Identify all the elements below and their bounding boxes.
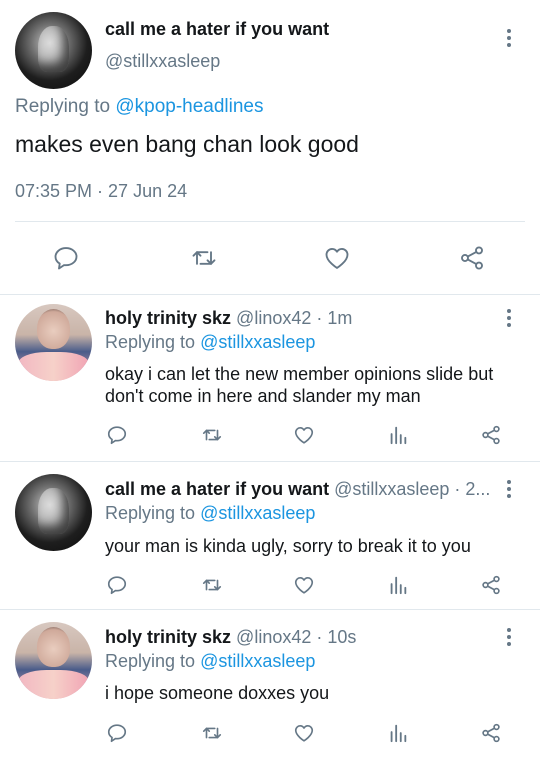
replying-prefix: Replying to (105, 503, 196, 523)
reply-tweet: call me a hater if you want @stillxxasle… (0, 462, 540, 609)
replying-to-line: Replying to @stillxxasleep (105, 332, 315, 353)
retweet-icon[interactable] (198, 572, 226, 598)
like-icon[interactable] (291, 720, 317, 746)
like-icon[interactable] (291, 572, 317, 598)
like-icon[interactable] (291, 422, 317, 448)
tweet-text: okay i can let the new member opinions s… (105, 364, 494, 406)
reply-tweet: holy trinity skz @linox42 · 10s Replying… (0, 610, 540, 759)
display-name[interactable]: call me a hater if you want (105, 479, 329, 499)
replying-prefix: Replying to (15, 96, 111, 117)
more-options-icon[interactable] (506, 29, 512, 47)
retweet-icon[interactable] (187, 242, 221, 274)
retweet-icon[interactable] (198, 720, 226, 746)
display-name[interactable]: holy trinity skz (105, 627, 231, 647)
handle-and-time[interactable]: @linox42 · 10s (236, 627, 356, 647)
reply-header: holy trinity skz @linox42 · 10s (105, 627, 356, 648)
tweet-text: i hope someone doxxes you (105, 683, 330, 703)
divider (15, 221, 525, 222)
timestamp[interactable]: 07:35 PM · 27 Jun 24 (15, 181, 187, 202)
avatar[interactable] (15, 12, 92, 89)
replying-prefix: Replying to (105, 332, 196, 352)
avatar[interactable] (15, 622, 92, 699)
reply-icon[interactable] (104, 720, 130, 746)
replying-to-link[interactable]: @kpop-headlines (115, 96, 263, 117)
replying-to-link[interactable]: @stillxxasleep (200, 651, 315, 671)
more-options-icon[interactable] (506, 628, 512, 646)
tweet-text: your man is kinda ugly, sorry to break i… (105, 536, 471, 556)
analytics-icon[interactable] (385, 422, 411, 448)
share-icon[interactable] (478, 720, 504, 746)
analytics-icon[interactable] (385, 720, 411, 746)
avatar[interactable] (15, 474, 92, 551)
display-name[interactable]: call me a hater if you want (105, 19, 329, 40)
more-options-icon[interactable] (506, 480, 512, 498)
replying-prefix: Replying to (105, 651, 196, 671)
replying-to-link[interactable]: @stillxxasleep (200, 332, 315, 352)
tweet-text: makes even bang chan look good (15, 131, 359, 157)
reply-icon[interactable] (104, 422, 130, 448)
user-handle[interactable]: @stillxxasleep (105, 51, 220, 72)
replying-to-line: Replying to @stillxxasleep (105, 503, 315, 524)
main-tweet: call me a hater if you want @stillxxasle… (0, 0, 540, 294)
share-icon[interactable] (478, 422, 504, 448)
retweet-icon[interactable] (198, 422, 226, 448)
reply-tweet: holy trinity skz @linox42 · 1m Replying … (0, 295, 540, 460)
reply-icon[interactable] (50, 242, 82, 274)
reply-icon[interactable] (104, 572, 130, 598)
avatar[interactable] (15, 304, 92, 381)
share-icon[interactable] (478, 572, 504, 598)
reply-header: call me a hater if you want @stillxxasle… (105, 479, 490, 500)
analytics-icon[interactable] (385, 572, 411, 598)
display-name[interactable]: holy trinity skz (105, 308, 231, 328)
share-icon[interactable] (456, 242, 488, 274)
handle-and-time[interactable]: @stillxxasleep · 2... (334, 479, 490, 499)
handle-and-time[interactable]: @linox42 · 1m (236, 308, 352, 328)
replying-to-link[interactable]: @stillxxasleep (200, 503, 315, 523)
replying-to-line: Replying to @kpop-headlines (15, 96, 264, 118)
more-options-icon[interactable] (506, 309, 512, 327)
reply-header: holy trinity skz @linox42 · 1m (105, 308, 352, 329)
replying-to-line: Replying to @stillxxasleep (105, 651, 315, 672)
like-icon[interactable] (321, 242, 353, 274)
